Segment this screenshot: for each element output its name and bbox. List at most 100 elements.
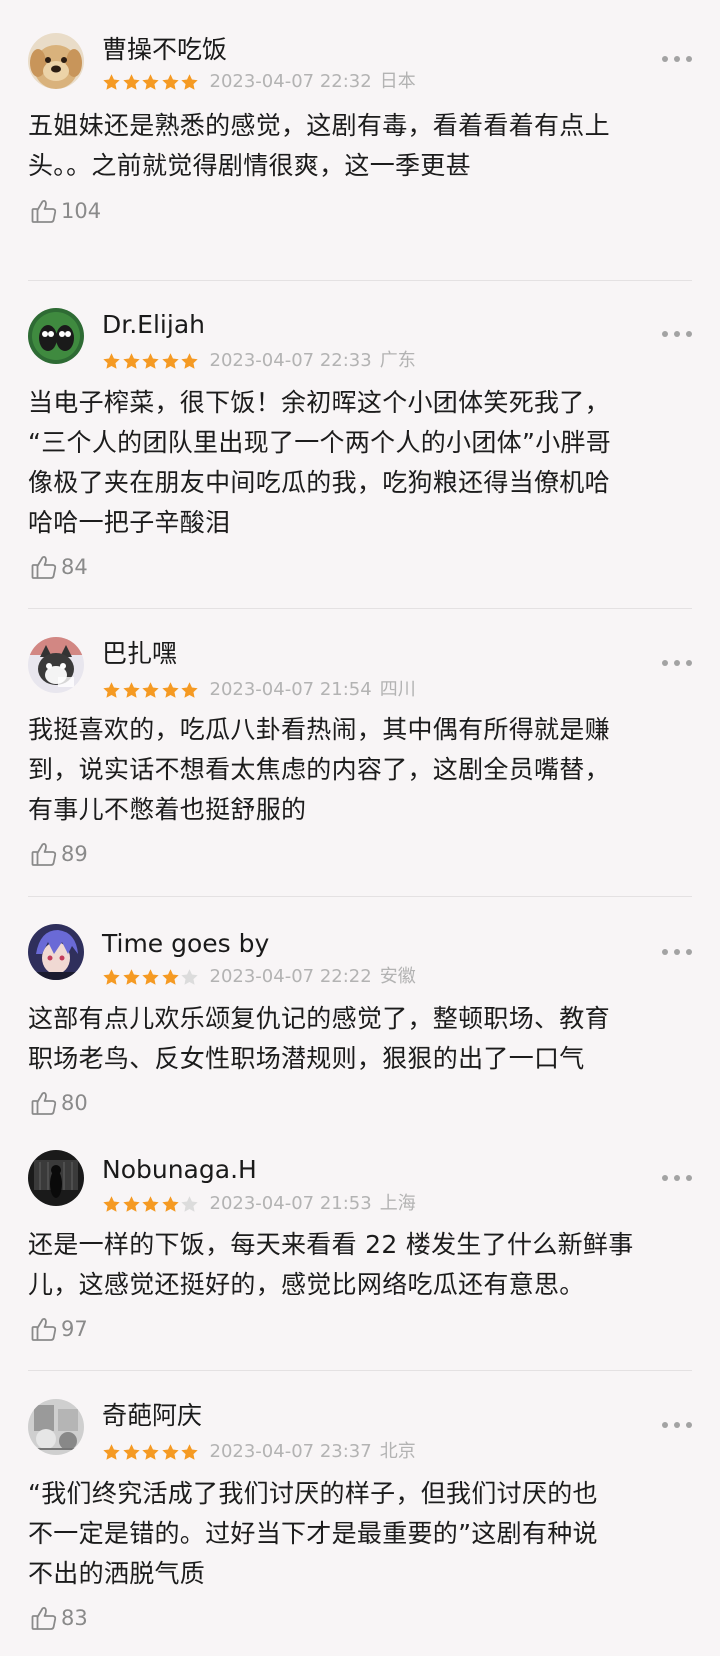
review-meta: 2023-04-07 21:54 四川 (102, 678, 416, 702)
star-rating (102, 73, 200, 92)
like-button[interactable]: 97 (30, 1314, 88, 1344)
review-location: 四川 (379, 679, 416, 700)
star-filled-icon (161, 1195, 179, 1212)
review-date: 2023-04-07 22:33 (209, 350, 372, 371)
star-filled-icon (161, 968, 179, 985)
review-location: 安徽 (379, 966, 416, 987)
avatar[interactable] (28, 924, 84, 980)
review-location: 日本 (379, 71, 416, 92)
avatar-anime-image (28, 924, 84, 980)
username[interactable]: 巴扎嘿 (102, 638, 177, 670)
star-rating (102, 968, 200, 987)
username[interactable]: 奇葩阿庆 (102, 1400, 202, 1432)
avatar-dark-image (28, 1150, 84, 1206)
star-filled-icon (181, 681, 198, 698)
review-text-line: 有事儿不憋着也挺舒服的 (28, 795, 307, 824)
star-filled-icon (142, 73, 159, 90)
star-filled-icon (103, 352, 120, 369)
review-text-line: 当电子榨菜，很下饭！余初晖这个小团体笑死我了， (28, 388, 610, 417)
like-button[interactable]: 89 (30, 839, 88, 869)
avatar[interactable] (28, 1399, 84, 1455)
star-filled-icon (122, 1195, 140, 1212)
like-count: 84 (61, 555, 88, 579)
review-text: 我挺喜欢的，吃瓜八卦看热闹，其中偶有所得就是赚 到，说实话不想看太焦虑的内容了，… (28, 710, 696, 830)
thumbs-up-icon (30, 840, 58, 868)
like-button[interactable]: 80 (30, 1088, 88, 1118)
more-options-icon[interactable] (662, 1174, 692, 1182)
star-filled-icon (142, 352, 159, 369)
divider (28, 1370, 692, 1371)
review-text: 还是一样的下饭，每天来看看 22 楼发生了什么新鲜事 儿，这感觉还挺好的，感觉比… (28, 1225, 696, 1305)
review-text-line: 不出的洒脱气质 (28, 1559, 206, 1588)
avatar-sketch-image (28, 1399, 84, 1455)
like-button[interactable]: 83 (30, 1603, 88, 1633)
more-options-icon[interactable] (662, 55, 692, 63)
star-rating (102, 1443, 200, 1462)
review-meta: 2023-04-07 22:22 安徽 (102, 965, 416, 989)
more-options-icon[interactable] (662, 659, 692, 667)
username[interactable]: Dr.Elijah (102, 309, 205, 341)
avatar[interactable] (28, 637, 84, 693)
review-date: 2023-04-07 21:53 (209, 1193, 372, 1214)
star-empty-icon (181, 1195, 198, 1212)
like-count: 97 (61, 1317, 88, 1341)
divider (28, 608, 692, 609)
like-count: 80 (61, 1091, 88, 1115)
star-filled-icon (122, 968, 140, 985)
star-rating (102, 681, 200, 700)
review-location: 上海 (379, 1193, 416, 1214)
like-button[interactable]: 84 (30, 552, 88, 582)
avatar[interactable] (28, 308, 84, 364)
review-location: 北京 (379, 1441, 416, 1462)
star-filled-icon (103, 1195, 120, 1212)
review-text-line: 五姐妹还是熟悉的感觉，这剧有毒，看着看着有点上 (28, 111, 610, 140)
more-options-icon[interactable] (662, 948, 692, 956)
thumbs-up-icon (30, 553, 58, 581)
star-rating (102, 1195, 200, 1214)
more-options-icon[interactable] (662, 330, 692, 338)
star-filled-icon (181, 352, 198, 369)
review-text-line: 儿，这感觉还挺好的，感觉比网络吃瓜还有意思。 (28, 1270, 585, 1299)
star-filled-icon (103, 73, 120, 90)
avatar[interactable] (28, 33, 84, 89)
review-meta: 2023-04-07 21:53 上海 (102, 1192, 416, 1216)
review-text-line: 头。。之前就觉得剧情很爽，这一季更甚 (28, 151, 471, 180)
like-button[interactable]: 104 (30, 196, 101, 226)
review-meta: 2023-04-07 23:37 北京 (102, 1440, 416, 1464)
review-date: 2023-04-07 21:54 (209, 679, 372, 700)
review-date: 2023-04-07 22:22 (209, 966, 372, 987)
username[interactable]: 曹操不吃饭 (102, 34, 227, 66)
review-text-line: 不一定是错的。过好当下才是最重要的”这剧有种说 (28, 1519, 598, 1548)
divider (28, 280, 692, 281)
like-count: 83 (61, 1606, 88, 1630)
star-filled-icon (142, 1195, 159, 1212)
review-location: 广东 (379, 350, 416, 371)
review-text-line: “我们终究活成了我们讨厌的样子，但我们讨厌的也 (28, 1479, 598, 1508)
star-filled-icon (142, 1443, 159, 1460)
review-text: “我们终究活成了我们讨厌的样子，但我们讨厌的也 不一定是错的。过好当下才是最重要… (28, 1474, 696, 1594)
review-meta: 2023-04-07 22:33 广东 (102, 349, 416, 373)
like-count: 104 (61, 199, 102, 223)
review-text: 当电子榨菜，很下饭！余初晖这个小团体笑死我了， “三个人的团队里出现了一个两个人… (28, 383, 696, 543)
review-text-line: 这部有点儿欢乐颂复仇记的感觉了，整顿职场、教育 (28, 1004, 610, 1033)
review-date: 2023-04-07 23:37 (209, 1441, 372, 1462)
star-empty-icon (181, 968, 198, 985)
review-text-line: “三个人的团队里出现了一个两个人的小团体”小胖哥 (28, 428, 612, 457)
avatar[interactable] (28, 1150, 84, 1206)
divider (28, 896, 692, 897)
review-text-line: 还是一样的下饭，每天来看看 22 楼发生了什么新鲜事 (28, 1230, 634, 1259)
star-rating (102, 352, 200, 371)
star-filled-icon (122, 1443, 140, 1460)
star-filled-icon (142, 681, 159, 698)
star-filled-icon (161, 73, 179, 90)
thumbs-up-icon (30, 1604, 58, 1632)
review-text-line: 到，说实话不想看太焦虑的内容了，这剧全员嘴替， (28, 755, 610, 784)
avatar-cat-image (28, 637, 84, 693)
star-filled-icon (103, 1443, 120, 1460)
username[interactable]: Nobunaga.H (102, 1154, 257, 1186)
review-text-line: 我挺喜欢的，吃瓜八卦看热闹，其中偶有所得就是赚 (28, 715, 610, 744)
more-options-icon[interactable] (662, 1421, 692, 1429)
review-text: 五姐妹还是熟悉的感觉，这剧有毒，看着看着有点上 头。。之前就觉得剧情很爽，这一季… (28, 106, 696, 186)
username[interactable]: Time goes by (102, 928, 269, 960)
star-filled-icon (122, 681, 140, 698)
